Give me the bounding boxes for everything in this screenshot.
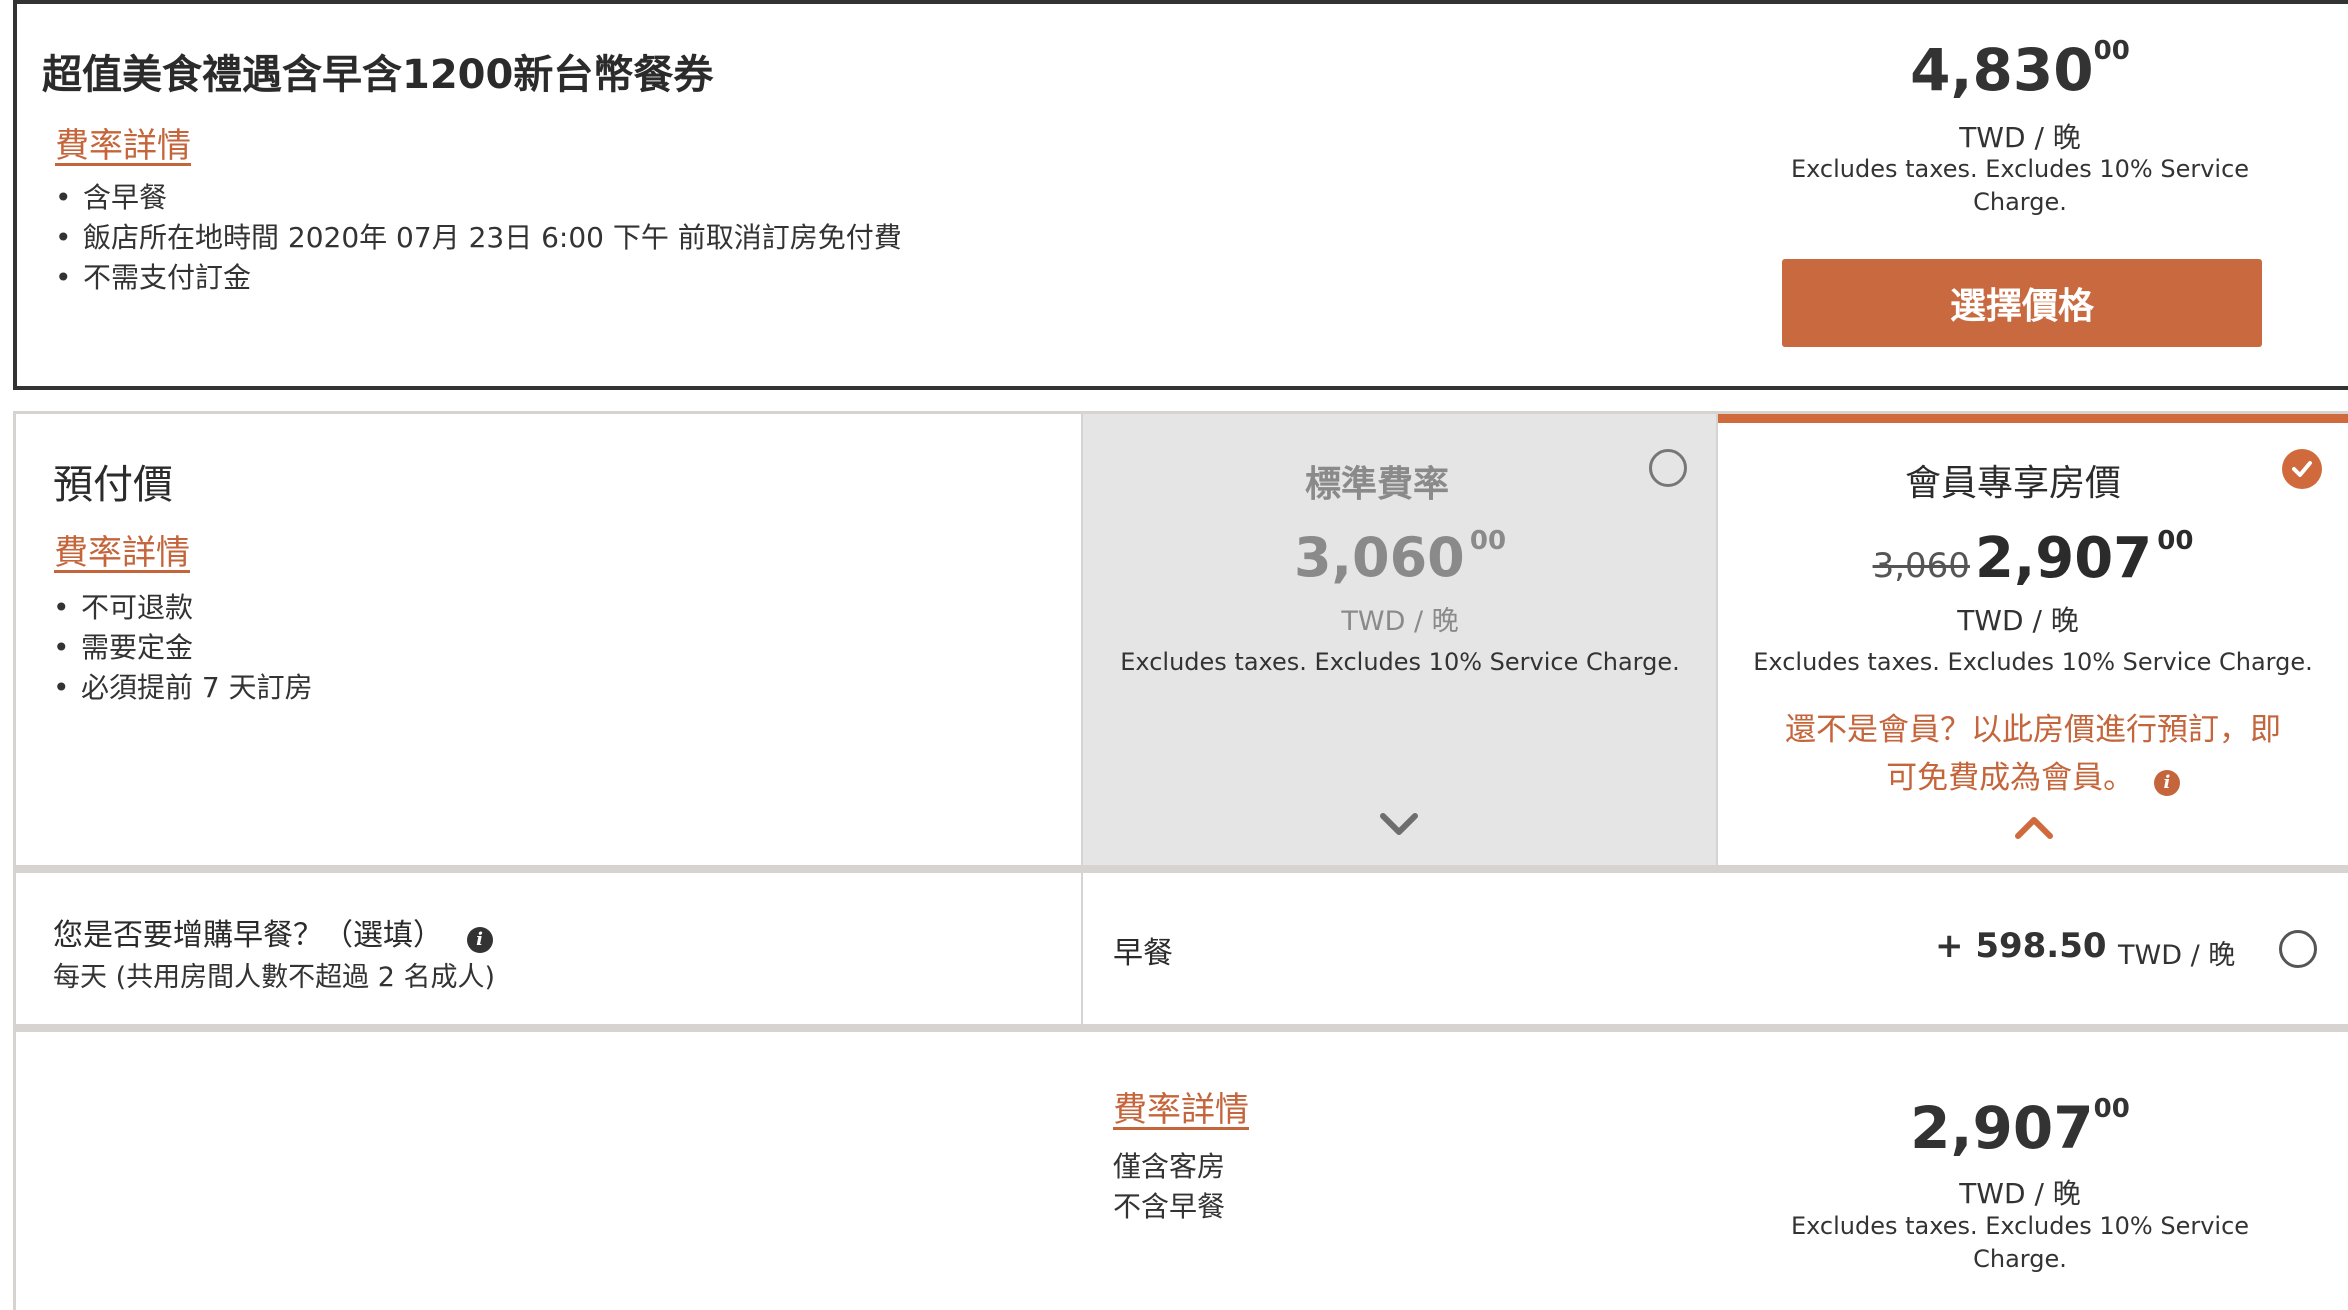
member-price-main: 2,907	[1975, 526, 2153, 591]
standard-price-main: 3,060	[1293, 526, 1465, 589]
breakfast-label: 早餐	[1113, 936, 1173, 971]
room-only-price-main: 2,907	[1910, 1094, 2094, 1162]
standard-rate-title: 標準費率	[1304, 464, 1449, 505]
member-old-price: 3,060	[1872, 546, 1970, 586]
list-item: 含早餐	[55, 178, 902, 218]
package-excludes-note: Excludes taxes. Excludes 10% Service Cha…	[1790, 155, 2250, 216]
package-price: 4,83000	[1780, 36, 2260, 104]
package-title: 超值美食禮遇含早含1200新台幣餐券	[42, 52, 714, 98]
list-item: 不需支付訂金	[55, 258, 902, 298]
divider	[13, 865, 2348, 873]
room-only-rate-details-link[interactable]: 費率詳情	[1113, 1082, 1249, 1131]
breakfast-question-text: 您是否要增購早餐？（選填）	[53, 918, 443, 953]
breakfast-radio[interactable]	[2279, 930, 2317, 968]
standard-rate-radio[interactable]	[1649, 449, 1687, 487]
standard-price-unit: TWD / 晚	[1341, 606, 1459, 637]
member-promo-line: 可免費成為會員。 i	[1718, 754, 2348, 802]
info-icon[interactable]: i	[466, 926, 493, 953]
breakfast-price: + 598.50	[1935, 926, 2107, 966]
chevron-up-icon[interactable]	[2014, 814, 2054, 844]
room-only-price-cents: 00	[2093, 1094, 2130, 1124]
room-only-line: 不含早餐	[1113, 1190, 1226, 1223]
standard-rate-price: 3,060 00	[1082, 526, 1718, 589]
breakfast-price-unit: TWD / 晚	[2118, 940, 2236, 971]
list-item: 需要定金	[53, 628, 313, 668]
divider	[1081, 873, 1083, 1025]
prepaid-title: 預付價	[53, 462, 173, 508]
info-icon[interactable]: i	[2153, 770, 2180, 796]
package-rate-details-link[interactable]: 費率詳情	[55, 118, 191, 167]
list-item: 必須提前 7 天訂房	[53, 668, 313, 708]
member-excludes-note: Excludes taxes. Excludes 10% Service Cha…	[1753, 648, 2313, 676]
package-price-unit: TWD / 晚	[1959, 121, 2081, 154]
standard-price-cents: 00	[1469, 526, 1507, 556]
select-price-button[interactable]: 選擇價格	[1782, 259, 2262, 347]
member-promo-line: 還不是會員？以此房價進行預訂，即	[1785, 712, 2281, 748]
chevron-down-icon[interactable]	[1379, 812, 1419, 842]
member-promo-text: 還不是會員？以此房價進行預訂，即 可免費成為會員。 i	[1718, 706, 2348, 802]
room-only-price: 2,90700	[1790, 1094, 2250, 1162]
member-price-cents: 00	[2157, 526, 2194, 556]
package-price-cents: 00	[2093, 36, 2130, 66]
list-item: 飯店所在地時間 2020年 07月 23日 6:00 下午 前取消訂房免付費	[55, 218, 902, 258]
member-rate-selected-check-icon[interactable]	[2282, 449, 2322, 489]
room-only-line: 僅含客房	[1113, 1150, 1226, 1183]
list-item: 不可退款	[53, 588, 313, 628]
member-rate-price: 3,060 2,907 00	[1718, 526, 2348, 591]
prepaid-rate-details-link[interactable]: 費率詳情	[54, 525, 190, 574]
breakfast-question: 您是否要增購早餐？（選填） i	[53, 910, 493, 954]
breakfast-subtext: 每天 (共用房間人數不超過 2 名成人)	[53, 962, 495, 993]
package-price-main: 4,830	[1910, 36, 2094, 104]
package-features-list: 含早餐 飯店所在地時間 2020年 07月 23日 6:00 下午 前取消訂房免…	[55, 178, 902, 298]
room-only-excludes-note: Excludes taxes. Excludes 10% Service Cha…	[1790, 1212, 2250, 1273]
room-only-price-unit: TWD / 晚	[1959, 1177, 2081, 1210]
divider	[13, 1024, 2348, 1032]
standard-excludes-note: Excludes taxes. Excludes 10% Service Cha…	[1120, 648, 1680, 676]
prepaid-terms-list: 不可退款 需要定金 必須提前 7 天訂房	[53, 588, 313, 708]
member-promo-line-text: 可免費成為會員。	[1886, 760, 2135, 796]
member-price-unit: TWD / 晚	[1957, 604, 2079, 637]
member-rate-title: 會員專享房價	[1904, 463, 2121, 504]
